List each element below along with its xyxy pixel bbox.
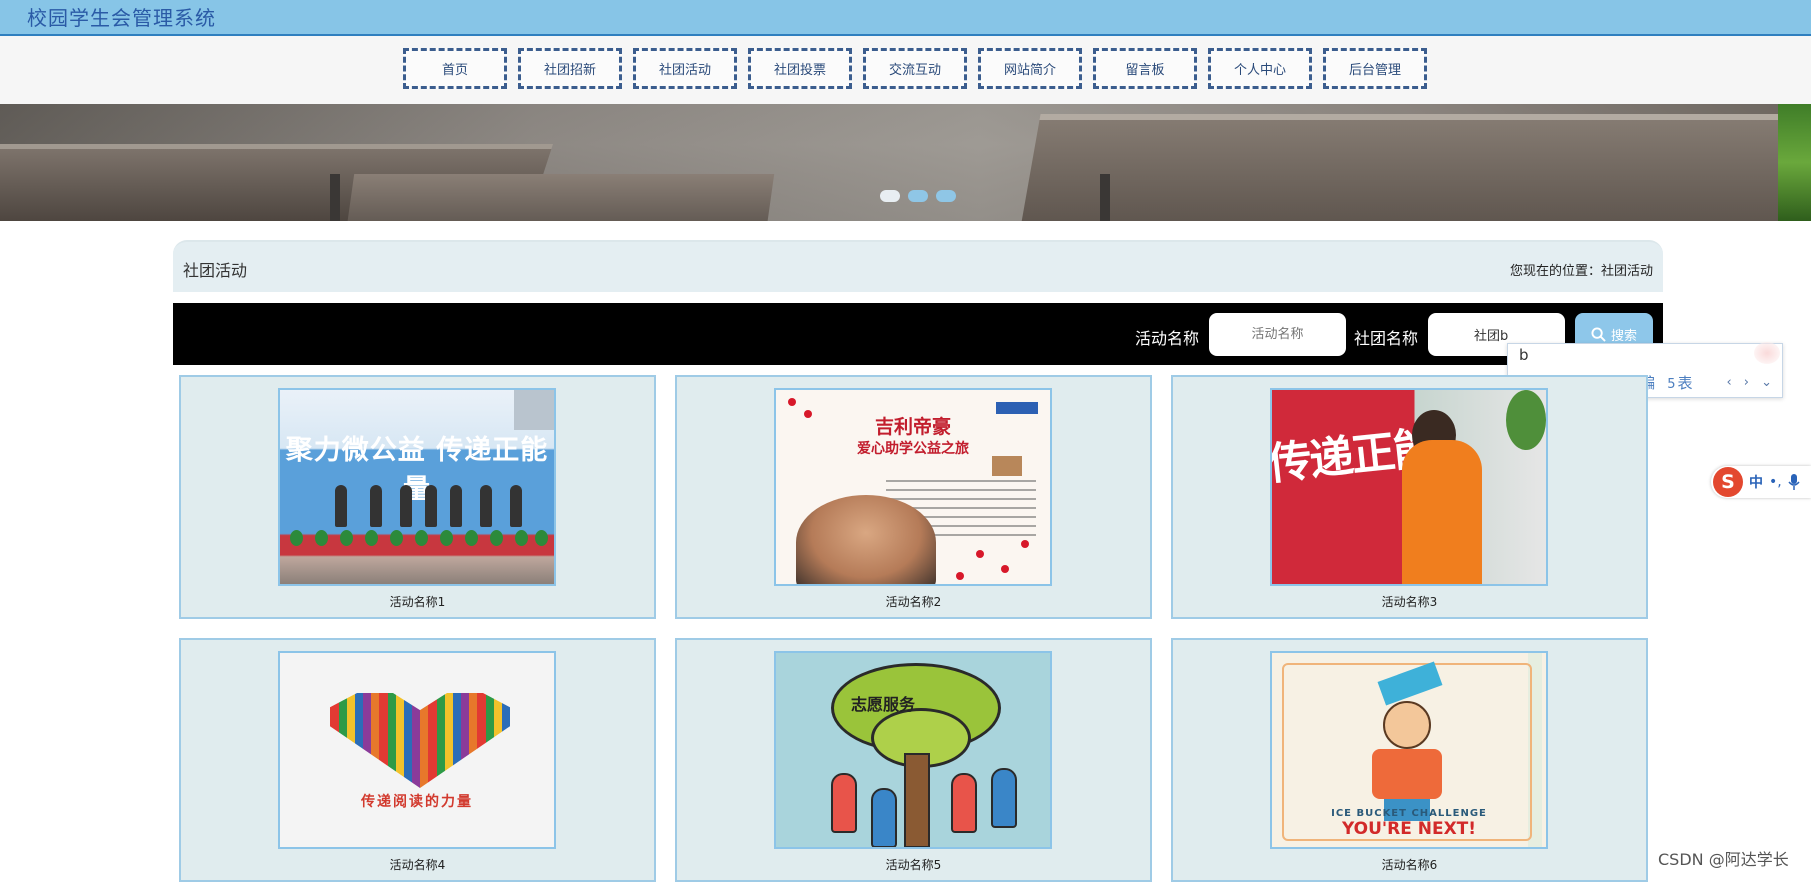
nav-item-home[interactable]: 首页 [403,48,507,89]
nav-item-message-board[interactable]: 留言板 [1093,48,1197,89]
breadcrumb-current[interactable]: 社团活动 [1601,264,1653,279]
ime-mode-toggle[interactable]: 中 [1749,472,1763,492]
nav-item-club-activities[interactable]: 社团活动 [633,48,737,89]
ime-toolbar[interactable]: S 中 •, [1711,466,1811,498]
activity-caption[interactable]: 活动名称6 [1173,856,1646,873]
activity-caption[interactable]: 活动名称2 [677,593,1150,610]
search-bar: 活动名称 社团名称 搜索 [173,303,1663,365]
ime-punct-toggle[interactable]: •, [1769,474,1782,490]
ime-page-arrows-icon[interactable]: ‹ › ⌄ [1726,375,1776,390]
ime-logo-icon [1754,342,1780,364]
main-nav: 首页 社团招新 社团活动 社团投票 交流互动 网站简介 留言板 个人中心 后台管… [0,36,1811,104]
activity-image[interactable]: 传递正能 [1270,388,1548,586]
ime-candidate[interactable]: 5表 [1667,372,1692,393]
activity-card[interactable]: 志愿服务 活动名称5 [675,638,1152,882]
carousel-dot[interactable] [908,190,928,202]
activity-card[interactable]: 传递阅读的力量 活动名称4 [179,638,656,882]
carousel-dot[interactable] [936,190,956,202]
carousel-dots [880,190,956,202]
activity-image[interactable]: 传递阅读的力量 [278,651,556,849]
section-title: 社团活动 [183,261,248,280]
activity-caption[interactable]: 活动名称1 [181,593,654,610]
nav-item-about[interactable]: 网站简介 [978,48,1082,89]
activity-card[interactable]: ICE BUCKET CHALLENGE YOU'RE NEXT! 活动名称6 [1171,638,1648,882]
watermark: CSDN @阿达学长 [1658,850,1789,869]
banner-carousel [0,104,1811,221]
activity-name-input[interactable] [1209,313,1346,356]
nav-item-admin[interactable]: 后台管理 [1323,48,1427,89]
banner-desk [345,174,775,221]
nav-item-club-vote[interactable]: 社团投票 [748,48,852,89]
site-header: 校园学生会管理系统 [0,0,1811,36]
microphone-icon[interactable] [1788,474,1800,490]
activity-image[interactable]: 聚力微公益 传递正能量 [278,388,556,586]
activity-card[interactable]: 聚力微公益 传递正能量 活动名称1 [179,375,656,619]
carousel-dot[interactable] [880,190,900,202]
search-icon [1591,327,1606,342]
banner-grass [1778,104,1811,221]
activity-image[interactable]: ICE BUCKET CHALLENGE YOU'RE NEXT! [1270,651,1548,849]
section-header: 社团活动 您现在的位置：社团活动 [173,240,1663,292]
banner-desk [1019,114,1811,221]
site-title: 校园学生会管理系统 [27,6,216,30]
nav-item-forum[interactable]: 交流互动 [863,48,967,89]
search-button-label: 搜索 [1610,329,1637,344]
breadcrumb: 您现在的位置：社团活动 [1510,260,1653,279]
activity-card[interactable]: 传递正能 活动名称3 [1171,375,1648,619]
breadcrumb-label: 您现在的位置： [1509,264,1601,279]
nav-item-profile[interactable]: 个人中心 [1208,48,1312,89]
ime-composition: b [1519,346,1529,364]
activity-caption[interactable]: 活动名称3 [1173,593,1646,610]
sogou-logo-icon: S [1713,467,1743,497]
club-name-label: 社团名称 [1354,329,1419,348]
activity-image[interactable]: 志愿服务 [774,651,1052,849]
activity-caption[interactable]: 活动名称5 [677,856,1150,873]
activity-image[interactable]: 吉利帝豪 爱心助学公益之旅 [774,388,1052,586]
nav-item-club-recruit[interactable]: 社团招新 [518,48,622,89]
activity-name-label: 活动名称 [1135,329,1200,348]
activity-caption[interactable]: 活动名称4 [181,856,654,873]
activity-card[interactable]: 吉利帝豪 爱心助学公益之旅 活动名称2 [675,375,1152,619]
